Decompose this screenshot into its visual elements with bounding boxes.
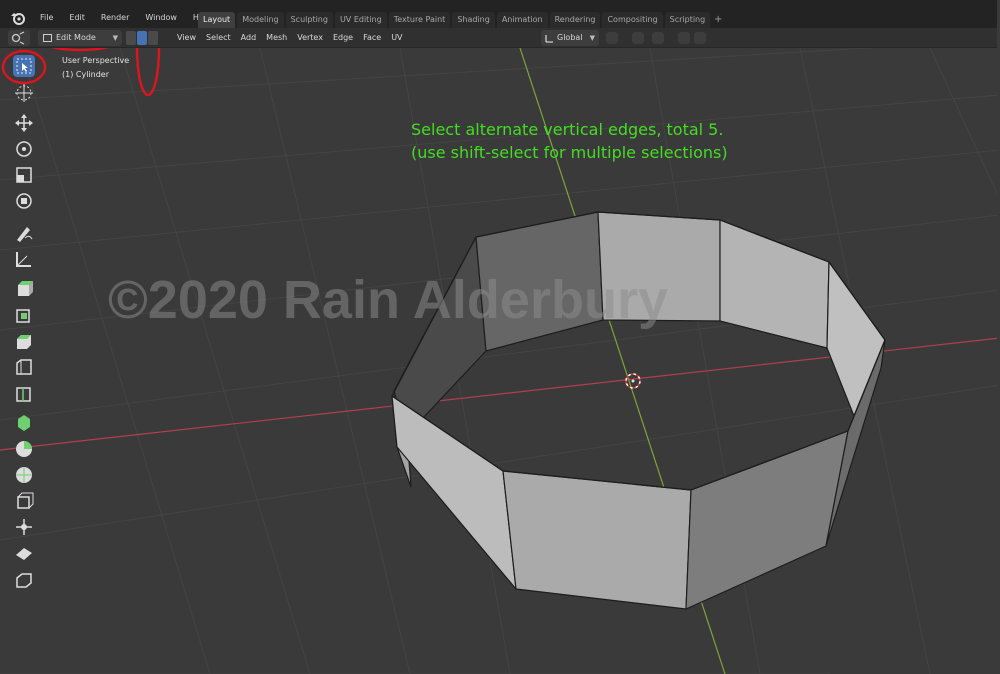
rip-icon — [16, 573, 32, 588]
mode-label: Edit Mode — [56, 33, 96, 42]
menu-vertex[interactable]: Vertex — [292, 30, 328, 46]
spin-icon — [16, 441, 32, 457]
selection-mode-group — [126, 31, 159, 45]
view-name: User Perspective — [62, 56, 130, 65]
editor-type-button[interactable] — [8, 30, 30, 46]
tab-sculpting[interactable]: Sculpting — [285, 12, 333, 28]
edge-slide-icon — [17, 492, 34, 509]
scale-icon — [16, 167, 32, 183]
scale-tool[interactable] — [13, 164, 35, 186]
pivot-point-icon[interactable] — [606, 32, 618, 44]
mode-dropdown[interactable]: Edit Mode ▼ — [38, 30, 122, 46]
menu-render[interactable]: Render — [93, 10, 137, 26]
chevron-down-icon: ▼ — [589, 34, 595, 42]
edge-slide-tool[interactable] — [13, 490, 35, 512]
rotate-icon — [16, 141, 32, 157]
viewport-header: Edit Mode ▼ View Select Add Mesh Vertex … — [0, 28, 1000, 48]
main-menu-bar: File Edit Render Window Help — [10, 10, 219, 26]
select-cursor-icon — [16, 58, 32, 74]
menu-uv[interactable]: UV — [386, 30, 407, 46]
instruction-line-1: Select alternate vertical edges, total 5… — [411, 120, 724, 139]
cursor-tool[interactable] — [13, 82, 35, 104]
menu-file[interactable]: File — [32, 10, 61, 26]
menu-select[interactable]: Select — [201, 30, 236, 46]
transform-icon — [16, 193, 32, 209]
edge-select-mode-button[interactable] — [137, 31, 147, 45]
select-box-tool[interactable] — [13, 55, 35, 77]
knife-icon — [18, 415, 30, 431]
pencil-icon — [17, 227, 33, 242]
loop-cut-icon — [16, 387, 31, 402]
menu-add[interactable]: Add — [236, 30, 262, 46]
tab-layout[interactable]: Layout — [198, 12, 236, 28]
menu-mesh[interactable]: Mesh — [261, 30, 292, 46]
workspace-tabs: Layout Modeling Sculpting UV Editing Tex… — [198, 12, 724, 28]
snap-target-icon[interactable] — [652, 32, 664, 44]
orientation-label: Global — [557, 33, 583, 42]
rotate-tool[interactable] — [13, 138, 35, 160]
annotate-tool[interactable] — [13, 222, 35, 244]
vertex-select-mode-button[interactable] — [126, 31, 136, 45]
add-cube-tool[interactable] — [13, 278, 35, 300]
edit-mode-icon — [43, 34, 52, 42]
chevron-down-icon: ▼ — [112, 34, 118, 42]
transform-tool[interactable] — [13, 190, 35, 212]
snap-icon[interactable] — [632, 32, 644, 44]
menu-view[interactable]: View — [172, 30, 201, 46]
tab-scripting[interactable]: Scripting — [664, 12, 711, 28]
blender-logo-icon[interactable] — [10, 11, 26, 25]
instruction-line-2: (use shift-select for multiple selection… — [411, 143, 728, 162]
viewport-info-overlay: User Perspective (1) Cylinder — [62, 54, 129, 82]
ruler-icon — [16, 252, 31, 267]
add-cube-icon — [18, 281, 33, 296]
editor-type-icon — [11, 31, 25, 45]
transform-orientation-dropdown[interactable]: Global ▼ — [541, 30, 599, 46]
shear-tool[interactable] — [13, 542, 35, 564]
extrude-tool[interactable] — [13, 304, 35, 326]
tab-uv-editing[interactable]: UV Editing — [334, 12, 387, 28]
loop-cut-tool[interactable] — [13, 382, 35, 404]
viewport-menus: View Select Add Mesh Vertex Edge Face UV — [172, 30, 408, 46]
proportional-editing-icon[interactable] — [678, 32, 690, 44]
tab-modeling[interactable]: Modeling — [237, 12, 284, 28]
face-select-mode-button[interactable] — [148, 31, 158, 45]
bevel-tool[interactable] — [13, 356, 35, 378]
tab-texture-paint[interactable]: Texture Paint — [388, 12, 451, 28]
inset-tool[interactable] — [13, 330, 35, 352]
shrink-fatten-icon — [16, 519, 32, 535]
crosshair-icon — [15, 84, 33, 102]
measure-tool[interactable] — [13, 248, 35, 270]
copyright-watermark: ©2020 Rain Alderbury — [108, 270, 668, 330]
rip-tool[interactable] — [13, 568, 35, 590]
menu-edit[interactable]: Edit — [61, 10, 93, 26]
tab-rendering[interactable]: Rendering — [549, 12, 601, 28]
sphere-icon — [16, 467, 32, 483]
spin-tool[interactable] — [13, 438, 35, 460]
move-tool[interactable] — [13, 112, 35, 134]
shrink-fatten-tool[interactable] — [13, 516, 35, 538]
knife-tool[interactable] — [13, 412, 35, 434]
orientation-axes-icon — [545, 35, 553, 43]
inset-icon — [17, 335, 31, 349]
bevel-icon — [16, 359, 32, 375]
instruction-text: Select alternate vertical edges, total 5… — [411, 118, 728, 164]
top-bar: File Edit Render Window Help Layout Mode… — [0, 0, 1000, 28]
shear-icon — [16, 548, 32, 560]
menu-edge[interactable]: Edge — [328, 30, 358, 46]
falloff-curve-icon[interactable] — [694, 32, 706, 44]
menu-face[interactable]: Face — [358, 30, 386, 46]
add-workspace-button[interactable]: + — [712, 13, 724, 27]
tab-compositing[interactable]: Compositing — [602, 12, 663, 28]
tab-animation[interactable]: Animation — [496, 12, 548, 28]
extrude-icon — [16, 309, 30, 323]
tab-shading[interactable]: Shading — [452, 12, 495, 28]
menu-window[interactable]: Window — [137, 10, 185, 26]
move-arrows-icon — [15, 114, 33, 132]
object-name: (1) Cylinder — [62, 70, 109, 79]
smooth-tool[interactable] — [13, 464, 35, 486]
